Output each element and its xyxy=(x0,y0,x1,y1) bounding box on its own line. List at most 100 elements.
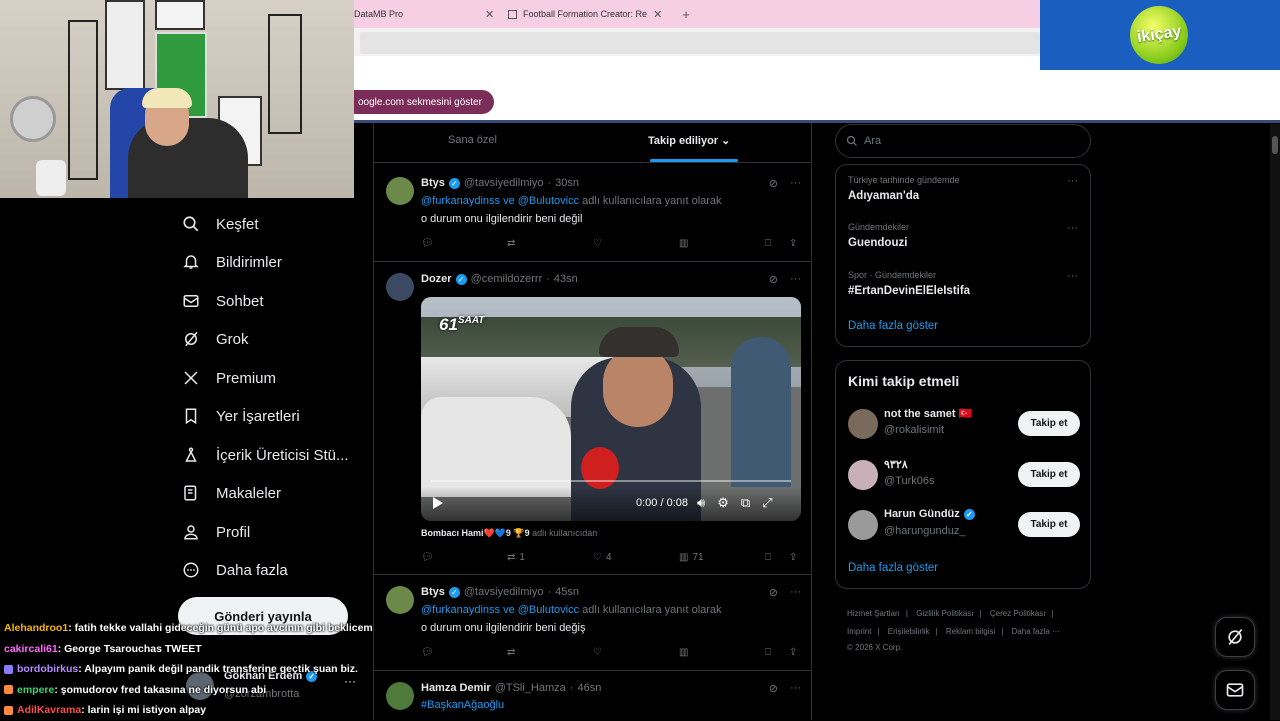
more-options-icon[interactable]: ··· xyxy=(1067,222,1078,234)
tweet-author-handle[interactable]: @tavsiyedilmiyo xyxy=(464,177,544,189)
share-icon[interactable]: ⇪ xyxy=(789,647,797,658)
reply-context-links[interactable]: @furkanaydinss ve @Bulutovicc xyxy=(421,195,579,207)
tab-football-formation[interactable]: Football Formation Creator: Re ✕ + xyxy=(508,4,690,24)
footer-link[interactable]: Gizlilik Politikası xyxy=(916,609,973,618)
settings-icon[interactable]: ⚙ xyxy=(717,495,729,511)
new-tab-icon[interactable]: + xyxy=(682,7,690,22)
tweet-author-name[interactable]: Btys xyxy=(421,177,445,189)
tweet-author-handle[interactable]: @tavsiyedilmiyo xyxy=(464,586,544,598)
follow-button[interactable]: Takip et xyxy=(1018,512,1080,537)
follow-suggestion[interactable]: Harun Gündüz ✓ @harungunduz_ Takip et xyxy=(848,508,1080,544)
bookmark-icon[interactable]: ⎕ xyxy=(765,552,771,563)
tweet[interactable]: Btys ✓ @tavsiyedilmiyo · 30sn ⊘ ··· @furk… xyxy=(374,167,811,262)
follow-show-more-link[interactable]: Daha fazla göster xyxy=(848,562,938,574)
views-icon[interactable]: ▥ xyxy=(679,238,688,249)
reply-icon[interactable]: 💬︎ xyxy=(421,552,434,563)
follow-button[interactable]: Takip et xyxy=(1018,411,1080,436)
address-bar[interactable] xyxy=(360,32,1040,54)
footer-link[interactable]: Çerez Politikası xyxy=(990,609,1046,618)
trend-item[interactable]: Türkiye tarihinde gündemde Adıyaman'da xyxy=(848,175,960,202)
more-options-icon[interactable]: ··· xyxy=(790,586,801,599)
video-player[interactable]: 61SAAT 0:00 / 0:08 🔊︎ ⚙ ⧉ ⤢ xyxy=(421,297,801,521)
nav-chat[interactable]: Sohbet xyxy=(180,282,264,320)
bookmark-icon[interactable]: ⎕ xyxy=(765,647,771,658)
nav-bookmarks[interactable]: Yer İşaretleri xyxy=(180,397,300,435)
footer-link[interactable]: Reklam bilgisi xyxy=(946,627,995,636)
nav-grok[interactable]: Grok xyxy=(180,320,249,358)
reply-icon[interactable]: 💬︎ xyxy=(421,238,434,249)
more-options-icon[interactable]: ··· xyxy=(790,682,801,695)
nav-profile[interactable]: Profil xyxy=(180,513,250,551)
nav-notifications[interactable]: Bildirimler xyxy=(180,243,282,281)
avatar[interactable] xyxy=(386,586,414,614)
trend-item[interactable]: Spor · Gündemdekiler #ErtanDevinElEleIst… xyxy=(848,270,970,297)
footer-link[interactable]: Imprint xyxy=(847,627,871,636)
tweet[interactable]: Hamza Demir @TSli_Hamza · 46sn ⊘ ··· #Baş… xyxy=(374,672,811,720)
avatar[interactable] xyxy=(848,460,878,490)
close-tab-icon[interactable]: ✕ xyxy=(653,8,662,21)
more-options-icon[interactable]: ··· xyxy=(790,177,801,190)
like-icon[interactable]: ♡ xyxy=(593,238,602,249)
more-options-icon[interactable]: ··· xyxy=(1067,270,1078,282)
retweeted-by-name[interactable]: Bombacı Hami❤️💙9 🏆9 xyxy=(421,528,530,538)
scrollbar[interactable] xyxy=(1270,124,1280,720)
play-icon[interactable] xyxy=(433,497,443,509)
volume-icon[interactable]: 🔊︎ xyxy=(697,495,705,511)
tweet-author-handle[interactable]: @cemildozerrr xyxy=(471,273,543,285)
reply-context-links[interactable]: @furkanaydinss ve @Bulutovicc xyxy=(421,604,579,616)
messages-floating-button[interactable] xyxy=(1215,670,1255,710)
follow-suggestion[interactable]: not the samet 🇹🇷 @rokalisimit Takip et xyxy=(848,407,1080,443)
nav-more[interactable]: Daha fazla xyxy=(180,551,288,589)
more-options-icon[interactable]: ··· xyxy=(1067,175,1078,187)
footer-link[interactable]: Daha fazla ··· xyxy=(1012,627,1060,636)
grok-icon[interactable]: ⊘ xyxy=(769,177,778,190)
tab-datamb[interactable]: DataMB Pro ✕ xyxy=(354,4,494,24)
grok-icon[interactable]: ⊘ xyxy=(769,586,778,599)
trend-item[interactable]: Gündemdekiler Guendouzi xyxy=(848,222,909,249)
nav-explore[interactable]: Keşfet xyxy=(180,205,259,243)
share-icon[interactable]: ⇪ xyxy=(789,552,797,563)
more-options-icon[interactable]: ··· xyxy=(790,273,801,286)
tweet-time[interactable]: 43sn xyxy=(554,273,578,285)
retweet-icon[interactable]: ⇄ xyxy=(507,238,515,249)
scrollbar-thumb[interactable] xyxy=(1272,136,1278,154)
show-tab-pill[interactable]: oogle.com sekmesini göster xyxy=(340,90,494,114)
nav-articles[interactable]: Makaleler xyxy=(180,474,281,512)
follow-suggestion[interactable]: ٩٣٢٨ @Turk06s Takip et xyxy=(848,458,1080,494)
retweet-button[interactable]: ⇄ 1 xyxy=(507,552,525,563)
nav-creator-studio[interactable]: İçerik Üreticisi Stü... xyxy=(180,436,349,474)
tweet-time[interactable]: 45sn xyxy=(555,586,579,598)
like-button[interactable]: ♡ 4 xyxy=(593,552,612,563)
tab-following[interactable]: Takip ediliyor ⌄ xyxy=(648,134,730,147)
follow-button[interactable]: Takip et xyxy=(1018,462,1080,487)
grok-icon[interactable]: ⊘ xyxy=(769,273,778,286)
trends-show-more-link[interactable]: Daha fazla göster xyxy=(848,320,938,332)
fullscreen-icon[interactable]: ⤢ xyxy=(762,495,772,511)
search-input[interactable]: Ara xyxy=(835,124,1091,158)
retweet-icon[interactable]: ⇄ xyxy=(507,647,515,658)
pip-icon[interactable]: ⧉ xyxy=(741,495,750,511)
close-tab-icon[interactable]: ✕ xyxy=(485,8,494,21)
grok-floating-button[interactable] xyxy=(1215,617,1255,657)
avatar[interactable] xyxy=(386,273,414,301)
tweet-author-name[interactable]: Dozer xyxy=(421,273,452,285)
share-icon[interactable]: ⇪ xyxy=(789,238,797,249)
views-button[interactable]: ▥ 71 xyxy=(679,552,704,563)
grok-icon[interactable]: ⊘ xyxy=(769,682,778,695)
video-progress-bar[interactable] xyxy=(431,480,791,482)
tweet-author-name[interactable]: Btys xyxy=(421,586,445,598)
nav-premium[interactable]: Premium xyxy=(180,359,276,397)
views-icon[interactable]: ▥ xyxy=(679,647,688,658)
avatar[interactable] xyxy=(386,177,414,205)
tab-for-you[interactable]: Sana özel xyxy=(448,134,497,146)
avatar[interactable] xyxy=(848,510,878,540)
tweet-time[interactable]: 46sn xyxy=(577,682,601,694)
tweet-author-handle[interactable]: @TSli_Hamza xyxy=(495,682,566,694)
avatar[interactable] xyxy=(848,409,878,439)
reply-icon[interactable]: 💬︎ xyxy=(421,647,434,658)
tweet-hashtag[interactable]: #BaşkanAğaoğlu xyxy=(421,699,504,711)
tweet-author-name[interactable]: Hamza Demir xyxy=(421,682,491,694)
tweet[interactable]: Btys ✓ @tavsiyedilmiyo · 45sn ⊘ ··· @furk… xyxy=(374,576,811,671)
footer-link[interactable]: Hizmet Şartları xyxy=(847,609,900,618)
footer-link[interactable]: Erişilebilirlik xyxy=(888,627,930,636)
